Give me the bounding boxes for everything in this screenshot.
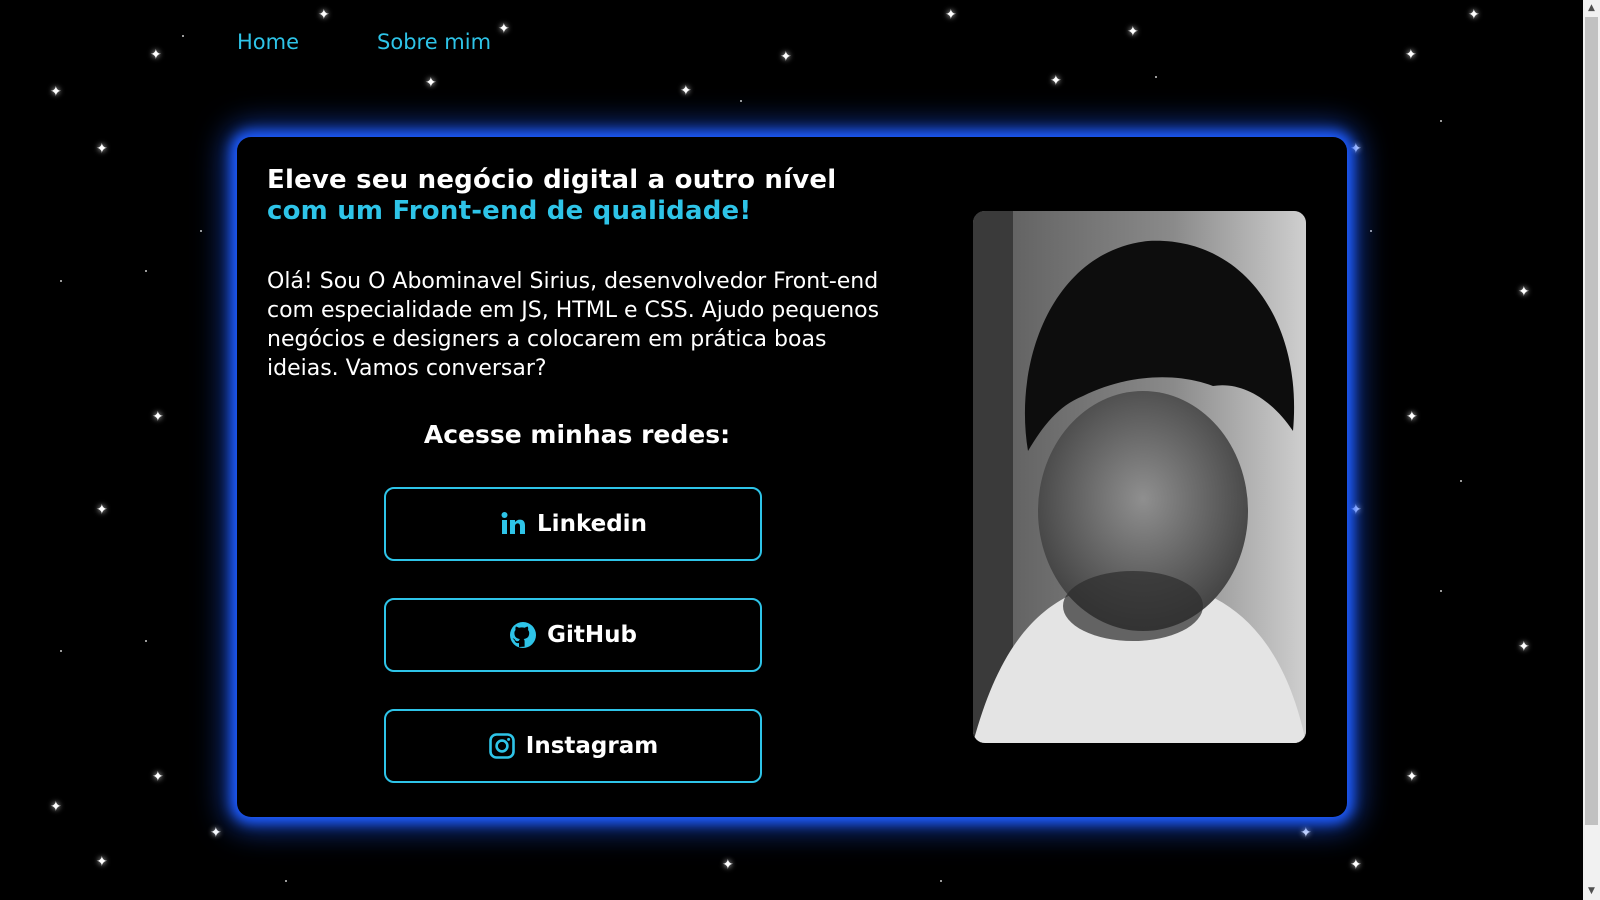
star-decoration: ✦ (50, 799, 62, 815)
github-button[interactable]: GitHub (384, 598, 762, 672)
star-dot (145, 270, 147, 272)
page-scrollbar[interactable]: ▲ ▼ (1583, 0, 1600, 900)
star-decoration: ✦ (1518, 639, 1530, 655)
star-decoration: ✦ (1350, 857, 1362, 873)
social-section-title: Acesse minhas redes: (423, 420, 731, 449)
profile-photo (973, 211, 1306, 743)
star-decoration: ✦ (945, 7, 957, 23)
star-decoration: ✦ (425, 75, 437, 91)
scrollbar-thumb[interactable] (1585, 17, 1598, 825)
star-dot (182, 35, 184, 37)
star-decoration: ✦ (498, 21, 510, 37)
star-decoration: ✦ (96, 141, 108, 157)
star-decoration: ✦ (50, 84, 62, 100)
star-decoration: ✦ (96, 854, 108, 870)
hero-card: Eleve seu negócio digital a outro nível … (237, 137, 1347, 817)
github-icon (509, 621, 537, 649)
headline-line-2: com um Front-end de qualidade! (267, 196, 752, 226)
star-decoration: ✦ (1127, 24, 1139, 40)
hero-headline: Eleve seu negócio digital a outro nível … (267, 165, 836, 227)
star-decoration: ✦ (1405, 47, 1417, 63)
star-dot (940, 880, 942, 882)
star-decoration: ✦ (780, 49, 792, 65)
star-dot (60, 650, 62, 652)
linkedin-button[interactable]: Linkedin (384, 487, 762, 561)
star-dot (1460, 480, 1462, 482)
star-decoration: ✦ (1350, 502, 1362, 518)
star-dot (145, 640, 147, 642)
star-decoration: ✦ (150, 47, 162, 63)
star-decoration: ✦ (210, 825, 222, 841)
github-label: GitHub (547, 622, 637, 648)
star-decoration: ✦ (1518, 284, 1530, 300)
star-decoration: ✦ (1406, 409, 1418, 425)
instagram-icon (488, 732, 516, 760)
top-navigation: Home Sobre mim (237, 30, 491, 54)
star-decoration: ✦ (96, 502, 108, 518)
nav-link-sobre-mim[interactable]: Sobre mim (377, 30, 491, 54)
star-decoration: ✦ (722, 857, 734, 873)
star-decoration: ✦ (1406, 769, 1418, 785)
star-dot (200, 230, 202, 232)
star-dot (1440, 590, 1442, 592)
star-decoration: ✦ (318, 7, 330, 23)
scroll-down-icon[interactable]: ▼ (1583, 883, 1600, 900)
star-decoration: ✦ (680, 83, 692, 99)
page: ✦ ✦ ✦ ✦ ✦ ✦ ✦ ✦ ✦ ✦ ✦ ✦ ✦ ✦ ✦ ✦ ✦ ✦ ✦ ✦ … (0, 0, 1583, 897)
star-decoration: ✦ (152, 769, 164, 785)
star-dot (1440, 120, 1442, 122)
headline-line-1: Eleve seu negócio digital a outro nível (267, 165, 837, 195)
scroll-up-icon[interactable]: ▲ (1583, 0, 1600, 17)
star-dot (60, 280, 62, 282)
star-dot (740, 100, 742, 102)
instagram-label: Instagram (525, 733, 659, 759)
star-dot (1370, 230, 1372, 232)
star-dot (1155, 76, 1157, 78)
linkedin-label: Linkedin (537, 511, 647, 537)
star-decoration: ✦ (1050, 73, 1062, 89)
star-decoration: ✦ (1300, 825, 1312, 841)
star-decoration: ✦ (1350, 141, 1362, 157)
instagram-button[interactable]: Instagram (384, 709, 762, 783)
star-decoration: ✦ (152, 409, 164, 425)
star-decoration: ✦ (1468, 7, 1480, 23)
nav-link-home[interactable]: Home (237, 30, 299, 54)
bio-paragraph: Olá! Sou O Abominavel Sirius, desenvolve… (267, 269, 880, 381)
star-dot (285, 880, 287, 882)
linkedin-icon (499, 510, 527, 538)
